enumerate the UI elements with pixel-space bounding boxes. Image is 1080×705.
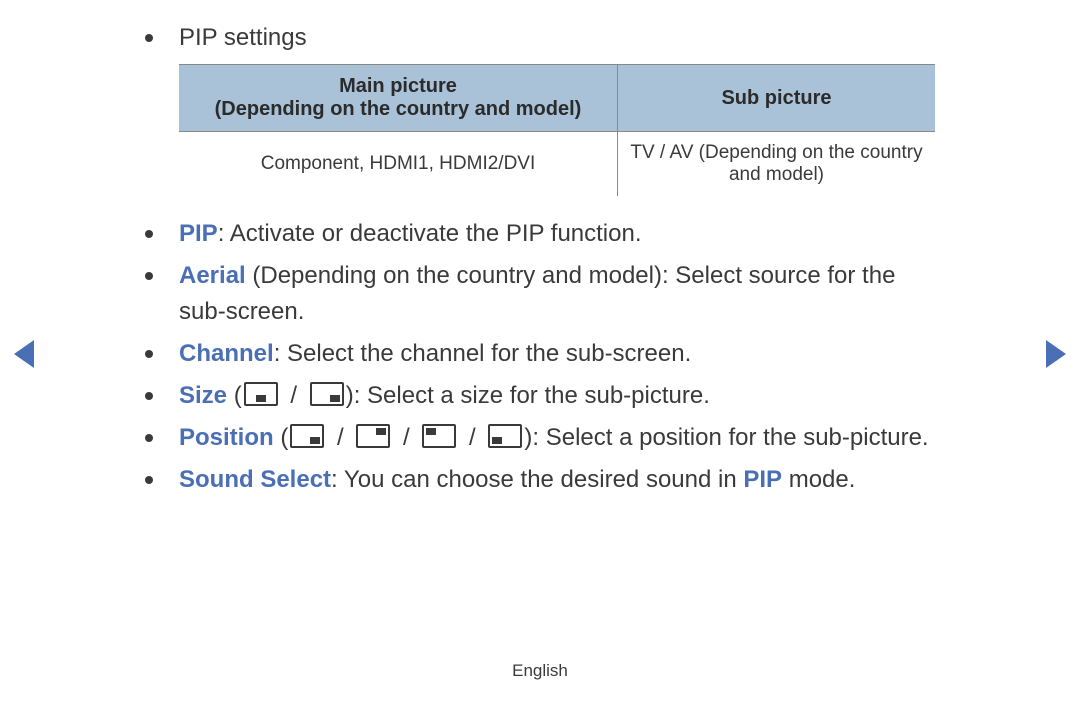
inline-pip: PIP [743,466,782,493]
table-cell-sub: TV / AV (Depending on the country and mo… [617,132,935,197]
term-channel: Channel [179,340,274,367]
desc: ): Select a size for the sub-picture. [346,382,710,409]
item-aerial: Aerial (Depending on the country and mod… [145,258,935,330]
desc: : Select the channel for the sub-screen. [274,340,692,367]
table-cell-main: Component, HDMI1, HDMI2/DVI [179,132,617,197]
size-option-medium-icon [244,382,278,406]
paren-open: ( [274,424,289,451]
separator: / [330,424,350,451]
position-top-left-icon [422,424,456,448]
page-content: PIP settings Main picture (Depending on … [145,20,935,504]
position-top-right-icon [356,424,390,448]
item-pip: PIP: Activate or deactivate the PIP func… [145,216,935,252]
item-size: Size ( / ): Select a size for the sub-pi… [145,378,935,414]
item-text: Channel: Select the channel for the sub-… [179,336,935,372]
term-position: Position [179,424,274,451]
item-text: Aerial (Depending on the country and mod… [179,258,935,330]
bullet-icon [145,230,153,238]
term-size: Size [179,382,227,409]
item-text: Position ( / / / ): Select a position fo… [179,420,935,456]
bullet-icon [145,350,153,358]
item-channel: Channel: Select the channel for the sub-… [145,336,935,372]
bullet-icon [145,272,153,280]
table-header-main-line2: (Depending on the country and model) [215,98,582,120]
item-text: PIP: Activate or deactivate the PIP func… [179,216,935,252]
table-header-main: Main picture (Depending on the country a… [179,65,617,132]
term-aerial: Aerial [179,262,246,289]
desc2: mode. [782,466,855,493]
bullet-icon [145,34,153,42]
table-row: Component, HDMI1, HDMI2/DVI TV / AV (Dep… [179,132,935,197]
separator: / [396,424,416,451]
bullet-icon [145,476,153,484]
bullet-icon [145,392,153,400]
item-sound-select: Sound Select: You can choose the desired… [145,462,935,498]
desc1: : You can choose the desired sound in [331,466,743,493]
footer-language: English [0,661,1080,681]
item-position: Position ( / / / ): Select a position fo… [145,420,935,456]
item-text: Size ( / ): Select a size for the sub-pi… [179,378,935,414]
position-bottom-right-icon [290,424,324,448]
desc: : Activate or deactivate the PIP functio… [218,220,642,247]
term-sound-select: Sound Select [179,466,331,493]
desc: ): Select a position for the sub-picture… [524,424,928,451]
term-pip: PIP [179,220,218,247]
paren-open: ( [227,382,242,409]
position-bottom-left-icon [488,424,522,448]
heading-pip-settings: PIP settings [145,20,935,56]
item-text: Sound Select: You can choose the desired… [179,462,935,498]
table-header-main-line1: Main picture [339,75,457,97]
heading-text: PIP settings [179,20,935,56]
separator: / [284,382,304,409]
size-option-small-icon [310,382,344,406]
separator: / [462,424,482,451]
bullet-icon [145,434,153,442]
desc: (Depending on the country and model): Se… [179,262,895,325]
nav-next-icon[interactable] [1046,340,1066,368]
pip-sources-table: Main picture (Depending on the country a… [179,64,935,196]
nav-prev-icon[interactable] [14,340,34,368]
table-header-sub: Sub picture [617,65,935,132]
